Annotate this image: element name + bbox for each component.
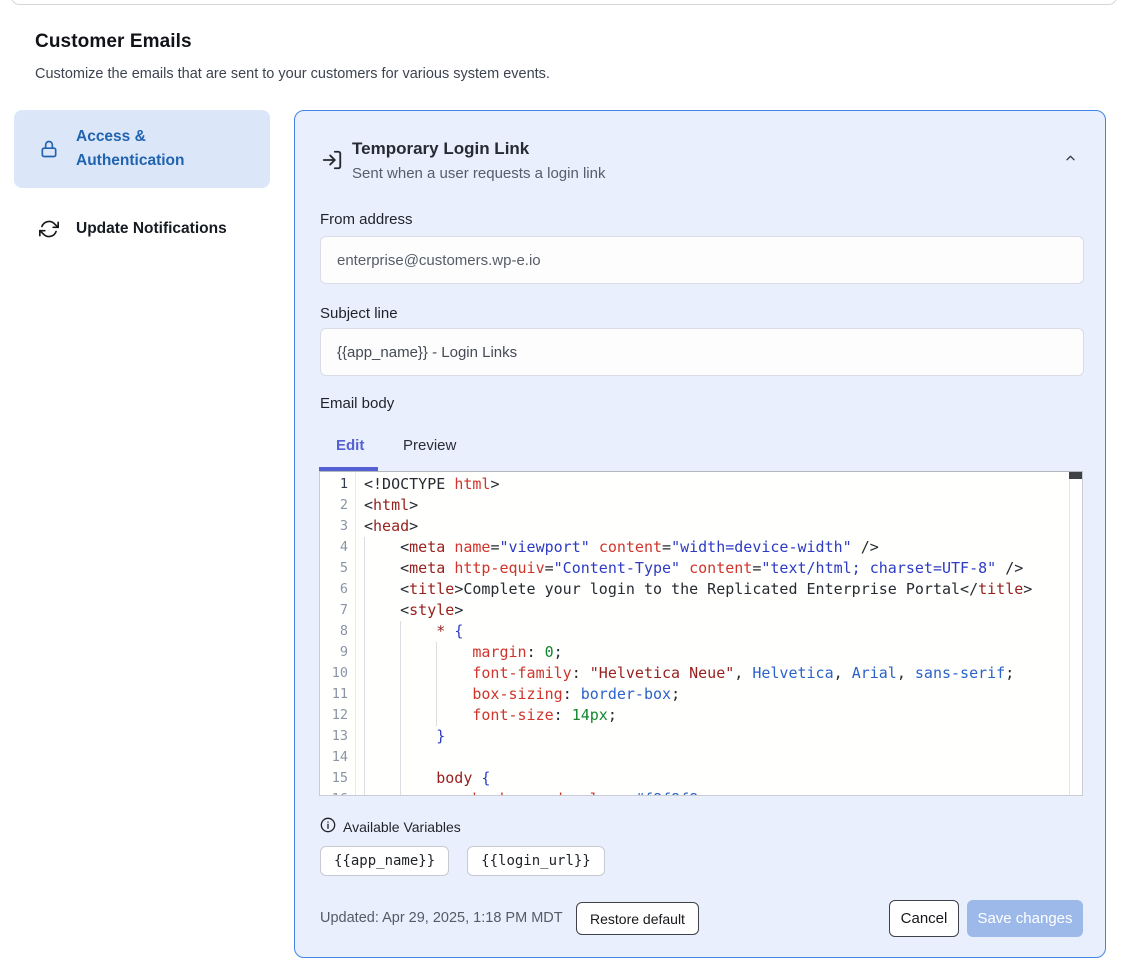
code-content: 1<!DOCTYPE html>2<html>3<head>4 <meta na… <box>320 474 1082 796</box>
line-number: 10 <box>320 663 355 684</box>
line-number: 1 <box>320 474 355 495</box>
variable-chip[interactable]: {{app_name}} <box>320 846 449 876</box>
code-line[interactable]: 10 font-family: "Helvetica Neue", Helvet… <box>320 663 1082 684</box>
code-line[interactable]: 12 font-size: 14px; <box>320 705 1082 726</box>
from-address-label: From address <box>320 211 413 228</box>
variable-chip[interactable]: {{login_url}} <box>467 846 605 876</box>
code-line[interactable]: 7 <style> <box>320 600 1082 621</box>
available-variables-label: Available Variables <box>343 819 461 835</box>
cancel-button[interactable]: Cancel <box>889 900 959 937</box>
sidebar-item-update-notifications[interactable]: Update Notifications <box>14 205 270 253</box>
panel-subtitle: Sent when a user requests a login link <box>352 165 605 182</box>
line-number: 9 <box>320 642 355 663</box>
line-number: 6 <box>320 579 355 600</box>
tab-edit[interactable]: Edit <box>336 437 364 454</box>
line-number: 15 <box>320 768 355 789</box>
code-line[interactable]: 1<!DOCTYPE html> <box>320 474 1082 495</box>
log-in-icon <box>321 149 343 171</box>
sidebar: Access & Authentication Update Notificat… <box>14 110 270 253</box>
line-number: 3 <box>320 516 355 537</box>
code-line[interactable]: 2<html> <box>320 495 1082 516</box>
tab-preview[interactable]: Preview <box>403 437 456 454</box>
line-number: 13 <box>320 726 355 747</box>
subject-line-input[interactable] <box>320 328 1084 376</box>
code-line[interactable]: 11 box-sizing: border-box; <box>320 684 1082 705</box>
line-number: 14 <box>320 747 355 768</box>
code-line[interactable]: 5 <meta http-equiv="Content-Type" conten… <box>320 558 1082 579</box>
sidebar-item-label: Access & Authentication <box>76 125 226 173</box>
line-number: 7 <box>320 600 355 621</box>
page-subtitle: Customize the emails that are sent to yo… <box>35 66 550 82</box>
scrollbar-thumb[interactable] <box>1069 472 1082 479</box>
variable-chips: {{app_name}} {{login_url}} <box>320 846 605 876</box>
from-address-input[interactable] <box>320 236 1084 284</box>
sidebar-item-label: Update Notifications <box>76 217 227 241</box>
temporary-login-link-card: Temporary Login Link Sent when a user re… <box>294 110 1106 958</box>
line-number: 11 <box>320 684 355 705</box>
restore-default-button[interactable]: Restore default <box>576 902 699 935</box>
code-line[interactable]: 14 <box>320 747 1082 768</box>
code-line[interactable]: 8 * { <box>320 621 1082 642</box>
editor-scrollbar[interactable] <box>1069 472 1082 795</box>
code-line[interactable]: 9 margin: 0; <box>320 642 1082 663</box>
line-number: 5 <box>320 558 355 579</box>
code-line[interactable]: 3<head> <box>320 516 1082 537</box>
subject-line-label: Subject line <box>320 305 398 322</box>
code-line[interactable]: 4 <meta name="viewport" content="width=d… <box>320 537 1082 558</box>
previous-section-card <box>10 0 1118 5</box>
code-line[interactable]: 16 background-color: #f8f8f8; <box>320 789 1082 796</box>
updated-timestamp: Updated: Apr 29, 2025, 1:18 PM MDT <box>320 910 563 926</box>
info-icon <box>320 817 336 833</box>
chevron-up-icon[interactable] <box>1062 151 1079 165</box>
code-line[interactable]: 13 } <box>320 726 1082 747</box>
line-number: 8 <box>320 621 355 642</box>
save-changes-button[interactable]: Save changes <box>967 900 1083 937</box>
line-number: 16 <box>320 789 355 796</box>
sidebar-item-access-authentication[interactable]: Access & Authentication <box>14 110 270 188</box>
line-number: 4 <box>320 537 355 558</box>
code-line[interactable]: 6 <title>Complete your login to the Repl… <box>320 579 1082 600</box>
refresh-icon <box>38 218 60 240</box>
panel-title: Temporary Login Link <box>352 139 529 159</box>
lock-icon <box>38 138 60 160</box>
code-editor[interactable]: 1<!DOCTYPE html>2<html>3<head>4 <meta na… <box>319 471 1083 796</box>
page-title: Customer Emails <box>35 31 192 53</box>
line-number: 2 <box>320 495 355 516</box>
code-line[interactable]: 15 body { <box>320 768 1082 789</box>
line-number: 12 <box>320 705 355 726</box>
email-body-label: Email body <box>320 395 394 412</box>
